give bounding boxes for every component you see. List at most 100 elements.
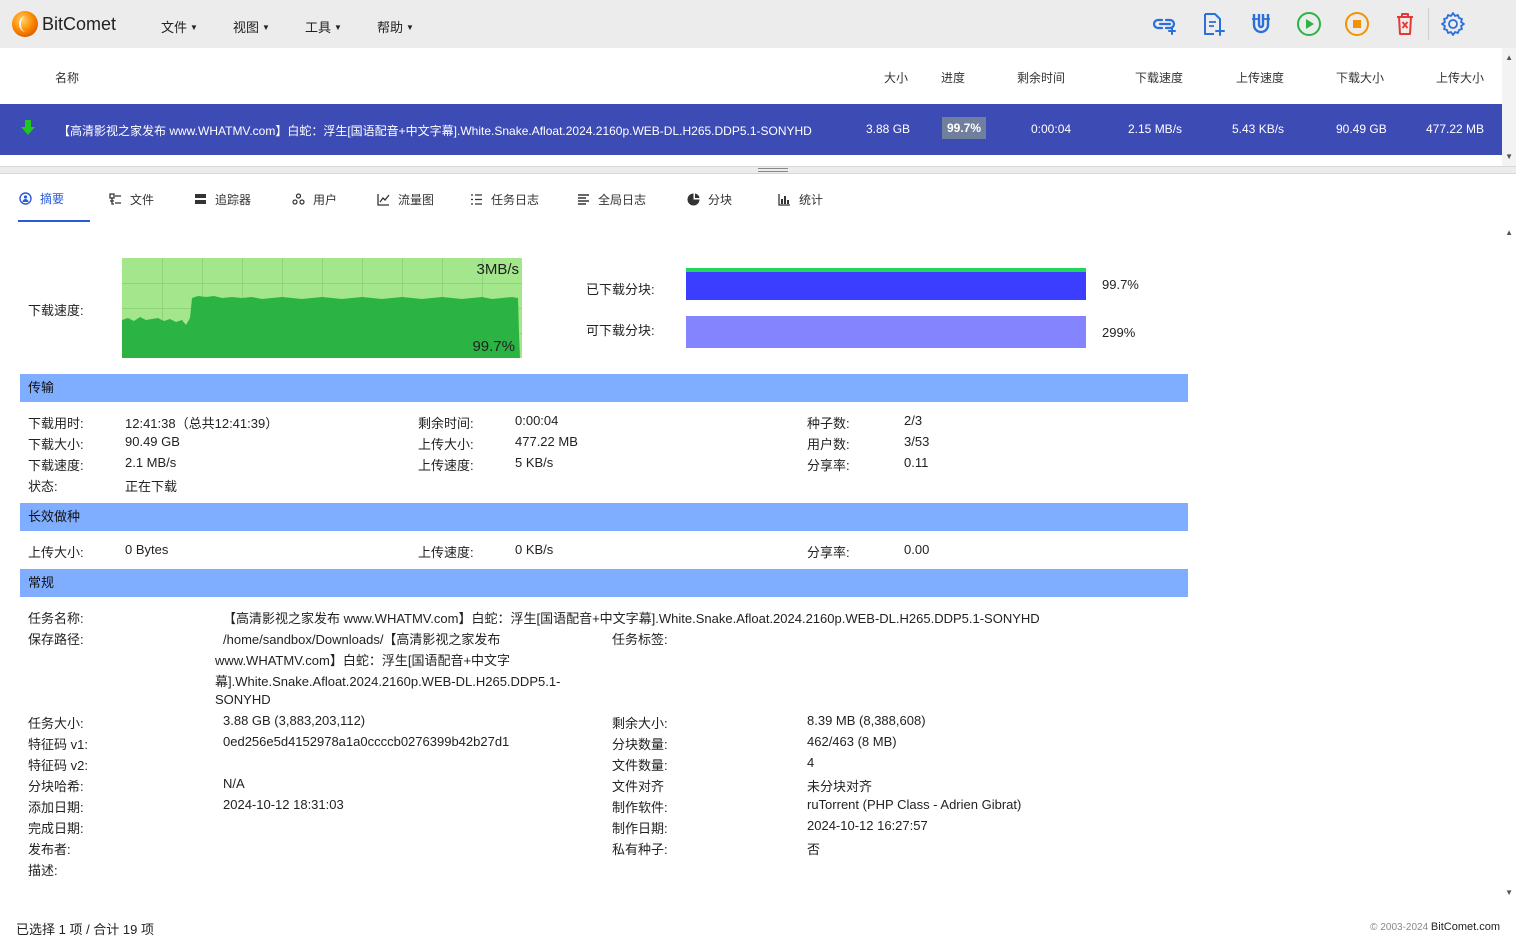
seed-up-size-value: 0 Bytes bbox=[125, 542, 169, 557]
dl-size-label: 下载大小: bbox=[28, 437, 84, 452]
scroll-up-icon[interactable]: ▲ bbox=[1505, 228, 1513, 237]
trash-icon bbox=[1397, 13, 1413, 35]
list-icon bbox=[469, 192, 483, 206]
creator-value: ruTorrent (PHP Class - Adrien Gibrat) bbox=[807, 797, 1022, 812]
add-link-button[interactable] bbox=[1151, 10, 1179, 38]
toolbar-separator bbox=[1428, 8, 1429, 40]
brand-link[interactable]: BitComet.com bbox=[1431, 921, 1500, 933]
seed-up-size-label: 上传大小: bbox=[28, 545, 84, 560]
task-list-scrollbar[interactable]: ▲ ▼ bbox=[1502, 48, 1516, 166]
remaining-value: 0:00:04 bbox=[515, 413, 559, 428]
play-icon bbox=[1297, 12, 1321, 36]
seed-ratio-value: 0.00 bbox=[904, 542, 930, 557]
dl-time-label: 下载用时: bbox=[28, 416, 84, 431]
column-name[interactable]: 名称 bbox=[55, 69, 79, 86]
tab-global-log[interactable]: 全局日志 bbox=[576, 176, 646, 222]
menu-view[interactable]: 视图 ▼ bbox=[233, 17, 270, 36]
detail-scrollbar[interactable]: ▲ ▼ bbox=[1502, 222, 1516, 912]
stop-button[interactable] bbox=[1343, 10, 1371, 38]
column-uploaded[interactable]: 上传大小 bbox=[1436, 69, 1484, 86]
tab-statistics[interactable]: 统计 bbox=[777, 176, 823, 222]
speed-area bbox=[122, 296, 520, 358]
detail-tabs: 摘要 文件 追踪器 用户 流量图 任务日志 全局日志 分块 统计 bbox=[0, 176, 1502, 222]
completed-date-label: 完成日期: bbox=[28, 821, 84, 836]
add-torrent-file-button[interactable] bbox=[1199, 10, 1227, 38]
up-size-value: 477.22 MB bbox=[515, 434, 578, 449]
task-row[interactable]: 【高清影视之家发布 www.WHATMV.com】白蛇：浮生[国语配音+中文字幕… bbox=[0, 104, 1502, 155]
publisher-label: 发布者: bbox=[28, 842, 71, 857]
graph-max-speed: 3MB/s bbox=[476, 261, 519, 278]
files-icon bbox=[108, 192, 122, 206]
add-magnet-button[interactable] bbox=[1247, 10, 1275, 38]
scroll-up-icon[interactable]: ▲ bbox=[1505, 53, 1513, 62]
available-pieces-label: 可下载分块: bbox=[586, 323, 655, 338]
menu-help[interactable]: 帮助 ▼ bbox=[377, 17, 414, 36]
task-size-value: 3.88 GB (3,883,203,112) bbox=[223, 713, 366, 728]
task-size-label: 任务大小: bbox=[28, 716, 84, 731]
seed-up-speed-value: 0 KB/s bbox=[515, 542, 554, 557]
delete-button[interactable] bbox=[1391, 10, 1419, 38]
task-size: 3.88 GB bbox=[866, 122, 911, 136]
up-speed-value: 5 KB/s bbox=[515, 455, 554, 470]
start-button[interactable] bbox=[1295, 10, 1323, 38]
private-value: 否 bbox=[807, 842, 821, 857]
dl-speed-label: 下载速度: bbox=[28, 458, 84, 473]
column-progress[interactable]: 进度 bbox=[941, 69, 965, 86]
tab-summary[interactable]: 摘要 bbox=[18, 176, 90, 222]
creator-label: 制作软件: bbox=[612, 800, 668, 815]
column-downloaded[interactable]: 下载大小 bbox=[1336, 69, 1384, 86]
tab-peers[interactable]: 用户 bbox=[291, 176, 337, 222]
hash-v2-label: 特征码 v2: bbox=[28, 758, 88, 773]
scroll-down-icon[interactable]: ▼ bbox=[1505, 888, 1513, 897]
stop-icon bbox=[1345, 12, 1369, 36]
tab-traffic-graph[interactable]: 流量图 bbox=[376, 176, 434, 222]
downloaded-pieces-bar bbox=[686, 268, 1086, 300]
splitter-grip-icon[interactable] bbox=[758, 168, 788, 172]
save-path-label: 保存路径: bbox=[28, 632, 84, 647]
menu-file[interactable]: 文件 ▼ bbox=[161, 17, 198, 36]
hash-v1-value: 0ed256e5d4152978a1a0ccccb0276399b42b27d1 bbox=[223, 734, 510, 749]
task-up-speed: 5.43 KB/s bbox=[1232, 122, 1285, 136]
files-count-value: 4 bbox=[807, 755, 815, 770]
graph-progress: 99.7% bbox=[472, 338, 515, 355]
scroll-down-icon[interactable]: ▼ bbox=[1505, 152, 1513, 161]
seed-ratio-label: 分享率: bbox=[807, 545, 850, 560]
hash-v1-label: 特征码 v1: bbox=[28, 737, 88, 752]
created-date-value: 2024-10-12 16:27:57 bbox=[807, 818, 928, 833]
tab-files[interactable]: 文件 bbox=[108, 176, 154, 222]
status-bar: 已选择 1 项 / 合计 19 项 © 2003-2024 BitComet.c… bbox=[0, 912, 1516, 947]
state-label: 状态: bbox=[28, 479, 58, 494]
task-uploaded: 477.22 MB bbox=[1426, 122, 1485, 136]
column-remaining[interactable]: 剩余时间 bbox=[1017, 69, 1065, 86]
save-path-line-3: 幕].White.Snake.Afloat.2024.2160p.WEB-DL.… bbox=[215, 674, 561, 689]
column-down-speed[interactable]: 下载速度 bbox=[1135, 69, 1183, 86]
menu-tools[interactable]: 工具 ▼ bbox=[305, 17, 342, 36]
piece-hash-label: 分块哈希: bbox=[28, 779, 84, 794]
downloaded-pieces-value: 99.7% bbox=[1102, 277, 1139, 292]
settings-button[interactable] bbox=[1439, 10, 1467, 38]
seed-up-speed-label: 上传速度: bbox=[418, 545, 474, 560]
state-value: 正在下载 bbox=[125, 479, 178, 494]
piece-hash-value: N/A bbox=[223, 776, 245, 791]
task-name-label: 任务名称: bbox=[28, 611, 84, 626]
pane-splitter[interactable] bbox=[0, 166, 1516, 174]
column-size[interactable]: 大小 bbox=[884, 69, 908, 86]
pieces-count-value: 462/463 (8 MB) bbox=[807, 734, 897, 749]
log-icon bbox=[576, 192, 590, 206]
save-path-line-2: www.WHATMV.com】白蛇：浮生[国语配音+中文字 bbox=[215, 653, 511, 668]
pie-icon bbox=[686, 192, 700, 206]
added-date-label: 添加日期: bbox=[28, 800, 84, 815]
dl-time-value: 12:41:38（总共12:41:39） bbox=[125, 416, 279, 431]
seeds-value: 2/3 bbox=[904, 413, 923, 428]
gear-icon bbox=[1441, 12, 1465, 36]
tab-pieces[interactable]: 分块 bbox=[686, 176, 732, 222]
task-tag-label: 任务标签: bbox=[612, 632, 668, 647]
description-label: 描述: bbox=[28, 863, 58, 878]
column-up-speed[interactable]: 上传速度 bbox=[1236, 69, 1284, 86]
left-size-label: 剩余大小: bbox=[612, 716, 668, 731]
tab-task-log[interactable]: 任务日志 bbox=[469, 176, 539, 222]
bar-chart-icon bbox=[777, 192, 791, 206]
tab-trackers[interactable]: 追踪器 bbox=[193, 176, 251, 222]
app-title: BitComet bbox=[42, 13, 117, 34]
download-arrow-icon bbox=[21, 120, 35, 135]
